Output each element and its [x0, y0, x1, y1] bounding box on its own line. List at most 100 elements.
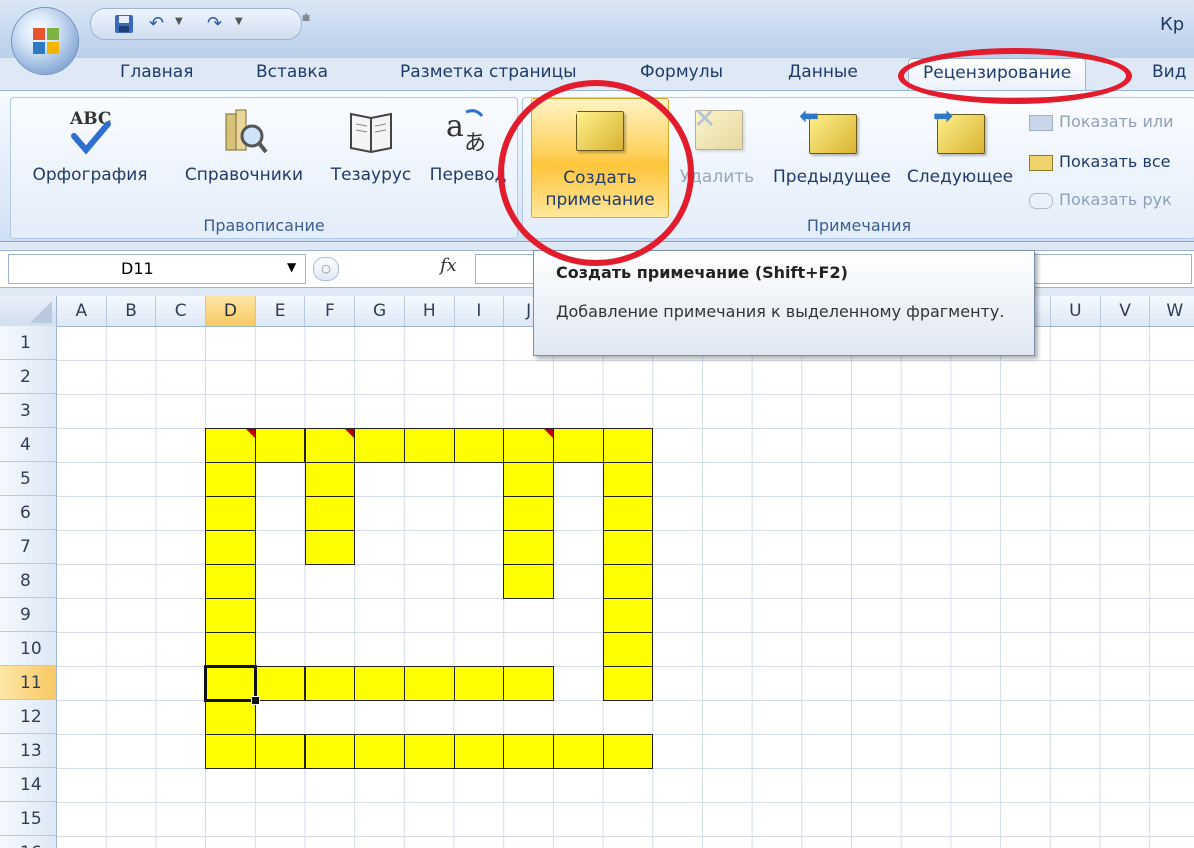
customize-qat-icon[interactable]: ⩧: [302, 10, 310, 26]
tab-data[interactable]: Данные: [788, 62, 858, 82]
row-header-9[interactable]: 9: [0, 598, 56, 632]
select-all-button[interactable]: [0, 296, 57, 326]
column-header-c[interactable]: C: [156, 296, 207, 326]
filled-cell-d5[interactable]: [205, 462, 256, 497]
show-ink-button[interactable]: Показать рук: [1029, 190, 1172, 209]
filled-cell-f7[interactable]: [304, 530, 356, 565]
row-header-4[interactable]: 4: [0, 428, 56, 462]
row-header-12[interactable]: 12: [0, 700, 56, 734]
row-header-11[interactable]: 11: [0, 666, 56, 700]
filled-cell-e4[interactable]: [254, 428, 306, 463]
row-header-2[interactable]: 2: [0, 360, 56, 394]
filled-cell-j11[interactable]: [503, 666, 554, 701]
filled-cell-l7[interactable]: [602, 530, 654, 565]
filled-cell-j13[interactable]: [503, 734, 554, 769]
tab-formulas[interactable]: Формулы: [640, 62, 723, 82]
filled-cell-f6[interactable]: [304, 496, 356, 531]
redo-icon[interactable]: ↷: [207, 13, 222, 35]
row-header-13[interactable]: 13: [0, 734, 56, 768]
filled-cell-f13[interactable]: [304, 734, 356, 769]
show-hide-comment-button[interactable]: Показать или: [1029, 112, 1173, 131]
filled-cell-l4[interactable]: [602, 428, 654, 463]
filled-cell-k13[interactable]: [553, 734, 604, 769]
column-header-f[interactable]: F: [306, 296, 356, 326]
name-box-dropdown-icon[interactable]: ▼: [287, 260, 296, 274]
tab-view[interactable]: Вид: [1152, 62, 1186, 82]
filled-cell-e11[interactable]: [254, 666, 306, 701]
undo-icon[interactable]: ↶: [149, 13, 164, 35]
filled-cell-j7[interactable]: [503, 530, 554, 565]
filled-cell-j5[interactable]: [503, 462, 554, 497]
filled-cell-e13[interactable]: [254, 734, 306, 769]
filled-cell-l5[interactable]: [602, 462, 654, 497]
filled-cell-d10[interactable]: [205, 632, 256, 667]
filled-cell-g4[interactable]: [354, 428, 405, 463]
row-header-14[interactable]: 14: [0, 768, 56, 802]
tab-home[interactable]: Главная: [120, 62, 193, 82]
column-header-b[interactable]: B: [107, 296, 157, 326]
filled-cell-f11[interactable]: [304, 666, 356, 701]
filled-cell-l8[interactable]: [602, 564, 654, 599]
column-header-e[interactable]: E: [256, 296, 306, 326]
office-button[interactable]: [12, 8, 78, 74]
column-header-g[interactable]: G: [355, 296, 405, 326]
filled-cell-d6[interactable]: [205, 496, 256, 531]
column-header-h[interactable]: H: [405, 296, 455, 326]
row-header-6[interactable]: 6: [0, 496, 56, 530]
filled-cell-d9[interactable]: [205, 598, 256, 633]
filled-cell-h11[interactable]: [403, 666, 455, 701]
previous-comment-button[interactable]: ⬅ Предыдущее: [765, 98, 899, 216]
spelling-button[interactable]: ABC Орфография: [15, 98, 165, 216]
filled-cell-d12[interactable]: [205, 700, 256, 735]
comment-indicator-icon[interactable]: [544, 429, 553, 438]
column-header-w[interactable]: W: [1150, 296, 1194, 326]
filled-cell-d13[interactable]: [205, 734, 256, 769]
column-header-u[interactable]: U: [1051, 296, 1101, 326]
filled-cell-g13[interactable]: [354, 734, 405, 769]
comment-indicator-icon[interactable]: [345, 429, 355, 438]
insert-function-button[interactable]: fx: [440, 255, 457, 276]
filled-cell-g11[interactable]: [354, 666, 405, 701]
filled-cell-i4[interactable]: [453, 428, 505, 463]
row-header-15[interactable]: 15: [0, 802, 56, 836]
save-icon[interactable]: [113, 13, 135, 35]
show-all-comments-button[interactable]: Показать все: [1029, 152, 1171, 171]
row-header-10[interactable]: 10: [0, 632, 56, 666]
row-header-3[interactable]: 3: [0, 394, 56, 428]
undo-dropdown-icon[interactable]: ▼: [175, 16, 183, 27]
redo-dropdown-icon[interactable]: ▼: [235, 16, 243, 27]
filled-cell-l6[interactable]: [602, 496, 654, 531]
filled-cell-i13[interactable]: [453, 734, 505, 769]
filled-cell-d7[interactable]: [205, 530, 256, 565]
filled-cell-l10[interactable]: [602, 632, 654, 667]
filled-cell-l11[interactable]: [602, 666, 654, 701]
row-header-8[interactable]: 8: [0, 564, 56, 598]
filled-cell-l13[interactable]: [602, 734, 654, 769]
filled-cell-l9[interactable]: [602, 598, 654, 633]
thesaurus-button[interactable]: Тезаурус: [323, 98, 419, 216]
filled-cell-j6[interactable]: [503, 496, 554, 531]
row-header-7[interactable]: 7: [0, 530, 56, 564]
row-header-5[interactable]: 5: [0, 462, 56, 496]
filled-cell-h13[interactable]: [403, 734, 455, 769]
cancel-icon[interactable]: ○: [313, 257, 339, 281]
column-header-a[interactable]: A: [57, 296, 107, 326]
row-header-16[interactable]: 16: [0, 836, 56, 848]
tab-insert[interactable]: Вставка: [256, 62, 328, 82]
cell-area[interactable]: [57, 327, 1194, 848]
next-comment-button[interactable]: ➡ Следующее: [901, 98, 1019, 216]
row-header-1[interactable]: 1: [0, 326, 56, 360]
column-header-v[interactable]: V: [1101, 296, 1151, 326]
tab-page-layout[interactable]: Разметка страницы: [400, 62, 577, 82]
research-button[interactable]: Справочники: [169, 98, 319, 216]
name-box[interactable]: D11 ▼: [8, 254, 306, 284]
filled-cell-h4[interactable]: [403, 428, 455, 463]
column-header-i[interactable]: I: [455, 296, 505, 326]
filled-cell-k4[interactable]: [553, 428, 604, 463]
filled-cell-d8[interactable]: [205, 564, 256, 599]
comment-indicator-icon[interactable]: [245, 429, 255, 438]
filled-cell-i11[interactable]: [453, 666, 505, 701]
column-header-d[interactable]: D: [206, 296, 256, 326]
filled-cell-j8[interactable]: [503, 564, 554, 599]
active-cell[interactable]: [204, 665, 260, 705]
